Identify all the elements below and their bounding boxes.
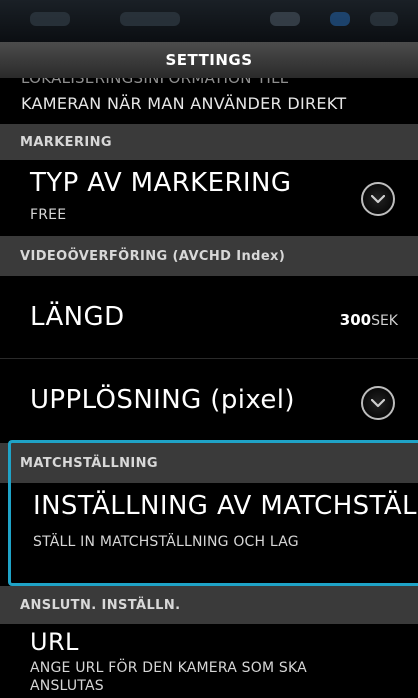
section-header-markering: MARKERING bbox=[0, 124, 418, 160]
length-value: 300 bbox=[339, 311, 372, 329]
status-glyph bbox=[370, 12, 398, 26]
setting-description: ANSLUTAS bbox=[30, 678, 104, 694]
setting-item-typ-av-markering[interactable]: TYP AV MARKERING FREE bbox=[0, 160, 418, 236]
setting-value: FREE bbox=[30, 207, 67, 223]
setting-label: LÄNGD bbox=[30, 302, 125, 332]
selection-highlight bbox=[8, 440, 418, 586]
status-glyph bbox=[330, 12, 350, 26]
setting-item-url[interactable]: URL ANGE URL FÖR DEN KAMERA SOM SKA ANSL… bbox=[0, 624, 418, 698]
setting-item-langd[interactable]: LÄNGD 300SEK bbox=[0, 276, 418, 358]
status-glyph bbox=[270, 12, 300, 26]
clipped-setting-item[interactable]: LOKALISERINGSINFORMATION TILL KAMERAN NÄ… bbox=[0, 78, 418, 124]
chevron-down-icon[interactable] bbox=[361, 386, 395, 420]
status-glyph bbox=[120, 12, 180, 26]
setting-value: 300SEK bbox=[340, 311, 398, 329]
setting-label: TYP AV MARKERING bbox=[30, 168, 292, 198]
setting-label: URL bbox=[30, 628, 79, 656]
setting-item-upplosning[interactable]: UPPLÖSNING (pixel) bbox=[0, 359, 418, 440]
page-title: SETTINGS bbox=[0, 42, 418, 79]
status-bar bbox=[0, 0, 418, 42]
clipped-item-line1: LOKALISERINGSINFORMATION TILL bbox=[21, 78, 289, 87]
section-header-videooverforing: VIDEOÖVERFÖRING (AVCHD Index) bbox=[0, 236, 418, 276]
status-glyph bbox=[30, 12, 70, 26]
clipped-item-line2: KAMERAN NÄR MAN ANVÄNDER DIREKT bbox=[21, 94, 347, 113]
length-unit: SEK bbox=[371, 313, 398, 329]
chevron-down-icon[interactable] bbox=[361, 182, 395, 216]
section-header-anslutn: ANSLUTN. INSTÄLLN. bbox=[0, 586, 418, 624]
setting-description: ANGE URL FÖR DEN KAMERA SOM SKA bbox=[30, 660, 307, 676]
setting-label: UPPLÖSNING (pixel) bbox=[30, 385, 295, 415]
